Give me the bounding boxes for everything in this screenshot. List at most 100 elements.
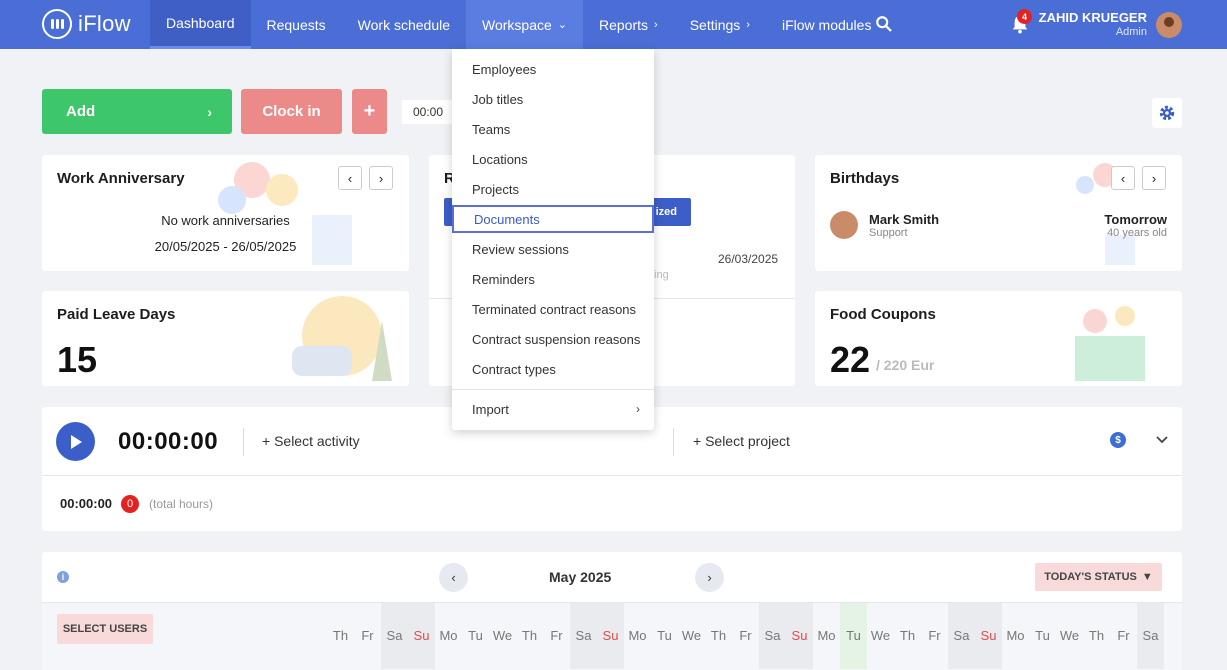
button-label: ized — [655, 206, 677, 218]
clock-timer: 00:00 — [402, 100, 454, 124]
prev-month-button[interactable]: ‹ — [439, 563, 468, 592]
day-header: We — [1059, 628, 1080, 643]
day-header: Fr — [928, 628, 941, 643]
menu-item-terminated-contract-reasons[interactable]: Terminated contract reasons — [452, 295, 654, 323]
workspace-dropdown: Import › Employees Job titles Teams Location… — [452, 49, 654, 430]
nav-item-settings[interactable]: Settings › — [674, 0, 766, 49]
day-header: Mo — [1006, 628, 1025, 643]
menu-item-review-sessions[interactable]: Review sessions — [452, 235, 654, 263]
todays-status-button[interactable]: TODAY'S STATUS ▼ — [1035, 563, 1162, 591]
select-activity-link[interactable]: + Select activity — [262, 433, 360, 449]
paid-leave-card: Paid Leave Days 15 — [42, 291, 409, 386]
day-header: Su — [975, 603, 1002, 669]
day-header: Th — [521, 628, 538, 643]
menu-item-employees[interactable]: Employees — [452, 55, 654, 83]
billable-icon[interactable]: $ — [1110, 432, 1126, 448]
day-header: Su — [408, 603, 435, 669]
day-header: Su — [597, 603, 624, 669]
day-header: Sa — [381, 603, 408, 669]
month-label: May 2025 — [549, 569, 612, 585]
app-name: iFlow — [78, 11, 131, 36]
person-avatar — [830, 211, 858, 239]
chevron-right-icon: › — [746, 18, 750, 31]
select-project-link[interactable]: + Select project — [693, 433, 790, 449]
birthday-when: Tomorrow — [1104, 212, 1167, 227]
nav-item-label: Requests — [266, 16, 326, 33]
nav-item-work-schedule[interactable]: Work schedule — [342, 0, 466, 49]
divider — [452, 389, 654, 390]
chevron-down-icon[interactable] — [1156, 433, 1168, 447]
menu-item-contract-suspension-reasons[interactable]: Contract suspension reasons — [452, 325, 654, 353]
day-header: Fr — [550, 628, 563, 643]
user-name[interactable]: ZAHID KRUEGER — [1039, 10, 1147, 25]
total-hours-label: (total hours) — [149, 497, 214, 511]
day-header: Mo — [817, 628, 836, 643]
day-header: Tu — [1035, 628, 1050, 643]
play-button[interactable] — [56, 422, 95, 461]
menu-item-locations[interactable]: Locations — [452, 145, 654, 173]
user-role: Admin — [1115, 26, 1147, 38]
menu-item-teams[interactable]: Teams — [452, 115, 654, 143]
day-header: We — [681, 628, 702, 643]
work-anniversary-card: Work Anniversary ‹ › No work anniversari… — [42, 155, 409, 271]
day-header: Th — [332, 628, 349, 643]
add-button[interactable]: Add › — [42, 89, 232, 134]
menu-item-projects[interactable]: Projects — [452, 175, 654, 203]
card-title: Paid Leave Days — [57, 306, 176, 323]
prev-button[interactable]: ‹ — [338, 166, 362, 190]
day-header: Fr — [739, 628, 752, 643]
day-header: Tu — [840, 603, 867, 669]
nav-item-label: Dashboard — [166, 15, 235, 31]
select-users-button[interactable]: SELECT USERS — [57, 614, 153, 644]
day-header: Th — [1088, 628, 1105, 643]
nav-item-iflow-modules[interactable]: iFlow modules — [766, 0, 887, 49]
empty-message: No work anniversaries — [161, 213, 290, 228]
beach-illustration — [292, 296, 392, 381]
food-coupons-card: Food Coupons 22 / 220 Eur — [815, 291, 1182, 386]
day-header: Tu — [468, 628, 483, 643]
nav-item-workspace[interactable]: Workspace ⌄ — [466, 0, 583, 49]
logo-icon — [42, 9, 72, 39]
plus-button[interactable]: + — [352, 89, 387, 134]
entry-count-badge: 0 — [121, 495, 139, 513]
chevron-down-icon: ⌄ — [557, 19, 567, 31]
info-icon[interactable]: i — [57, 571, 69, 583]
day-header: Tu — [657, 628, 672, 643]
day-header: Sa — [1137, 603, 1164, 669]
date-range: 20/05/2025 - 26/05/2025 — [154, 239, 297, 254]
search-icon[interactable] — [875, 15, 893, 33]
iflow-logo[interactable]: iFlow — [42, 9, 131, 39]
menu-item-reminders[interactable]: Reminders — [452, 265, 654, 293]
settings-button[interactable] — [1152, 98, 1182, 128]
grocery-basket-illustration — [1075, 306, 1145, 381]
avatar[interactable] — [1156, 12, 1182, 38]
divider — [673, 428, 674, 456]
food-coupons-total: / 220 Eur — [876, 357, 935, 373]
divider — [42, 475, 1182, 476]
nav-item-reports[interactable]: Reports › — [583, 0, 674, 49]
nav-item-requests[interactable]: Requests — [251, 0, 342, 49]
birthday-age: 40 years old — [1107, 227, 1167, 239]
menu-item-job-titles[interactable]: Job titles — [452, 85, 654, 113]
add-label: Add — [66, 103, 96, 120]
menu-item-contract-types[interactable]: Contract types — [452, 355, 654, 383]
day-header: Sa — [948, 603, 975, 669]
day-header: We — [492, 628, 513, 643]
nav-item-dashboard[interactable]: Dashboard — [150, 0, 251, 49]
person-name[interactable]: Mark Smith — [869, 212, 939, 227]
day-header: Mo — [628, 628, 647, 643]
clock-in-button[interactable]: Clock in — [241, 89, 342, 134]
card-title: Work Anniversary — [57, 170, 185, 187]
prev-button[interactable]: ‹ — [1111, 166, 1135, 190]
day-header: Mo — [439, 628, 458, 643]
menu-item-import[interactable]: Import › — [452, 395, 654, 423]
calendar-header: SELECT USERS Th Fr Sa Su Mo Tu We Th Fr Sa Su Mo Tu W… — [42, 602, 1182, 670]
next-month-button[interactable]: › — [695, 563, 724, 592]
top-navbar: iFlow Dashboard Requests Work schedule Work… — [0, 0, 1227, 49]
next-button[interactable]: › — [1142, 166, 1166, 190]
gear-icon — [1159, 105, 1175, 121]
food-coupons-value: 22 — [830, 339, 871, 380]
birthdays-card: Birthdays ‹ › Mark Smith Support Tomorro… — [815, 155, 1182, 271]
menu-item-documents[interactable]: Documents — [452, 205, 654, 233]
next-button[interactable]: › — [369, 166, 393, 190]
